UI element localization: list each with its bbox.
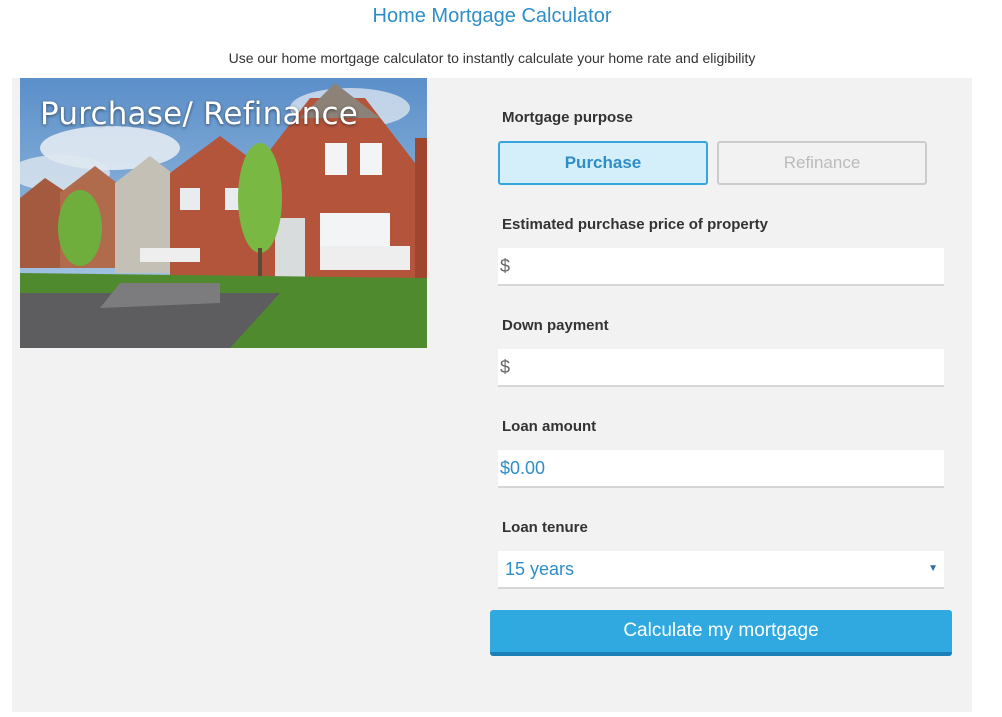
dropdown-arrow-icon: ▼ xyxy=(928,563,938,574)
down-payment-label: Down payment xyxy=(502,317,609,334)
hero-image: Purchase/ Refinance xyxy=(20,78,427,348)
loan-tenure-select[interactable]: 15 years ▼ xyxy=(498,551,944,589)
loan-amount-label: Loan amount xyxy=(502,418,597,435)
loan-amount-field[interactable]: $0.00 xyxy=(498,450,944,488)
loan-tenure-label: Loan tenure xyxy=(502,519,588,536)
purchase-toggle[interactable]: Purchase xyxy=(498,141,708,185)
page-title: Home Mortgage Calculator xyxy=(372,5,612,27)
currency-prefix: $ xyxy=(500,256,511,276)
loan-amount-value: $0.00 xyxy=(500,458,546,478)
loan-tenure-value: 15 years xyxy=(505,559,575,579)
mortgage-purpose-label: Mortgage purpose xyxy=(502,109,633,126)
hero-caption: Purchase/ Refinance xyxy=(40,96,359,132)
refinance-toggle[interactable]: Refinance xyxy=(717,141,927,185)
currency-prefix: $ xyxy=(500,357,511,377)
purchase-price-input[interactable]: $ xyxy=(498,248,944,286)
page-subtitle: Use our home mortgage calculator to inst… xyxy=(228,50,756,66)
calculate-mortgage-button[interactable]: Calculate my mortgage xyxy=(490,610,952,656)
down-payment-input[interactable]: $ xyxy=(498,349,944,387)
purchase-price-label: Estimated purchase price of property xyxy=(502,216,768,233)
